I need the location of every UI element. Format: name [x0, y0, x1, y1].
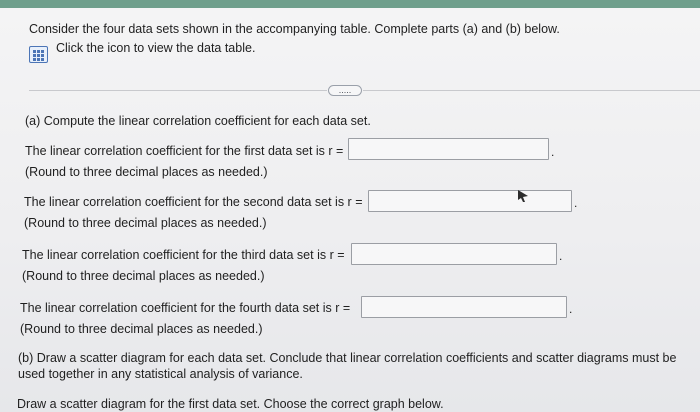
part-b-heading-line1: (b) Draw a scatter diagram for each data…	[18, 351, 677, 365]
data-table-icon[interactable]	[29, 46, 48, 63]
scatter-instruction: Draw a scatter diagram for the first dat…	[17, 397, 444, 411]
period-mark: .	[569, 302, 573, 316]
r-input-first[interactable]	[348, 138, 549, 160]
part-a-heading: (a) Compute the linear correlation coeff…	[25, 114, 371, 128]
section-divider-right	[363, 90, 700, 91]
view-data-table-link[interactable]: Click the icon to view the data table.	[56, 41, 255, 55]
period-mark: .	[574, 196, 578, 210]
r-input-fourth[interactable]	[361, 296, 567, 318]
top-accent-bar	[0, 0, 700, 8]
question-4-note: (Round to three decimal places as needed…	[20, 322, 263, 336]
r-input-third[interactable]	[351, 243, 557, 265]
question-3-text: The linear correlation coefficient for t…	[22, 248, 345, 262]
expand-button[interactable]: .....	[328, 85, 362, 96]
question-1-note: (Round to three decimal places as needed…	[25, 165, 268, 179]
question-2-note: (Round to three decimal places as needed…	[24, 216, 267, 230]
question-2-text: The linear correlation coefficient for t…	[24, 195, 363, 209]
question-3-note: (Round to three decimal places as needed…	[22, 269, 265, 283]
period-mark: .	[551, 145, 555, 159]
period-mark: .	[559, 249, 563, 263]
r-input-second[interactable]	[368, 190, 572, 212]
question-prompt: Consider the four data sets shown in the…	[29, 22, 560, 36]
question-4-text: The linear correlation coefficient for t…	[20, 301, 351, 315]
section-divider-left	[29, 90, 327, 91]
part-b-heading-line2: used together in any statistical analysi…	[18, 367, 303, 381]
question-panel: Consider the four data sets shown in the…	[0, 8, 700, 412]
question-1-text: The linear correlation coefficient for t…	[25, 144, 344, 158]
mouse-pointer-icon	[518, 190, 528, 202]
